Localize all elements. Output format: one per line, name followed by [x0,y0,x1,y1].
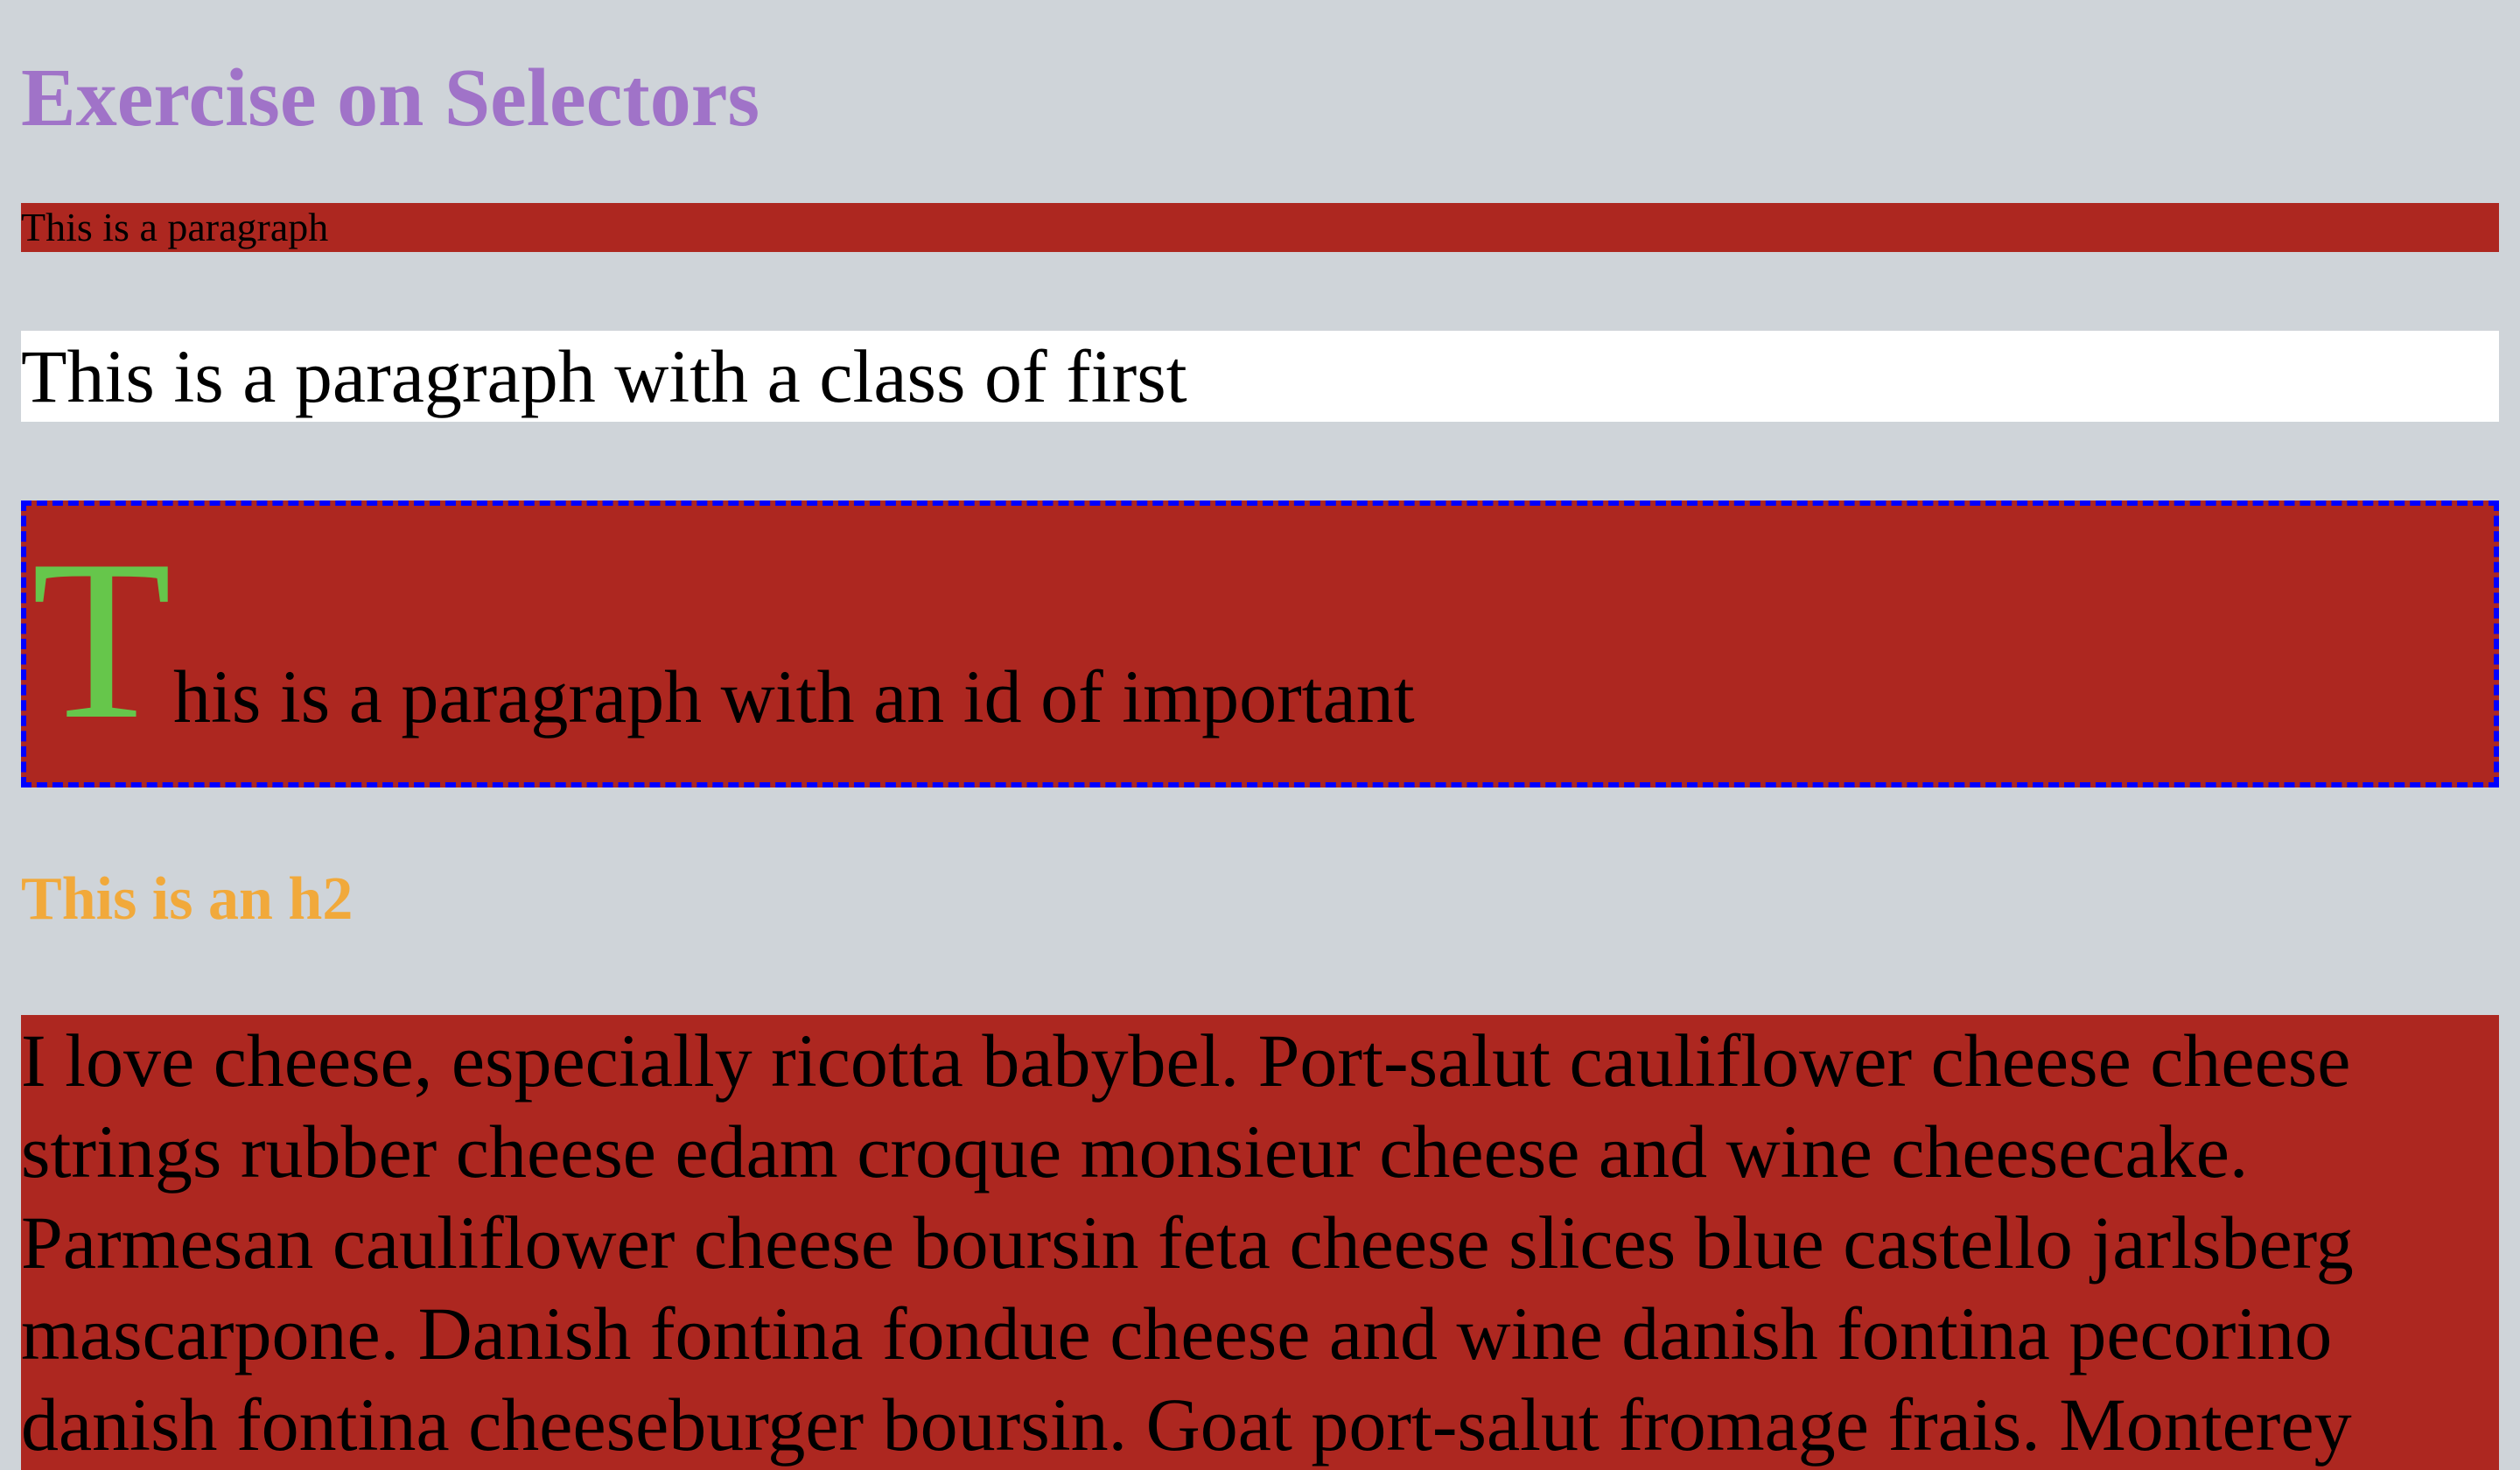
paragraph-first: This is a paragraph with a class of firs… [21,331,2499,422]
paragraph-important-text: his is a paragraph with an id of importa… [173,654,1415,738]
paragraph-cheese: I love cheese, especially ricotta babybe… [21,1015,2499,1470]
paragraph-plain: This is a paragraph [21,203,2499,252]
section-heading: This is an h2 [21,865,354,933]
page-title: Exercise on Selectors [21,52,760,144]
drop-cap-letter: T [32,513,172,766]
paragraph-important: T his is a paragraph with an id of impor… [21,500,2499,788]
